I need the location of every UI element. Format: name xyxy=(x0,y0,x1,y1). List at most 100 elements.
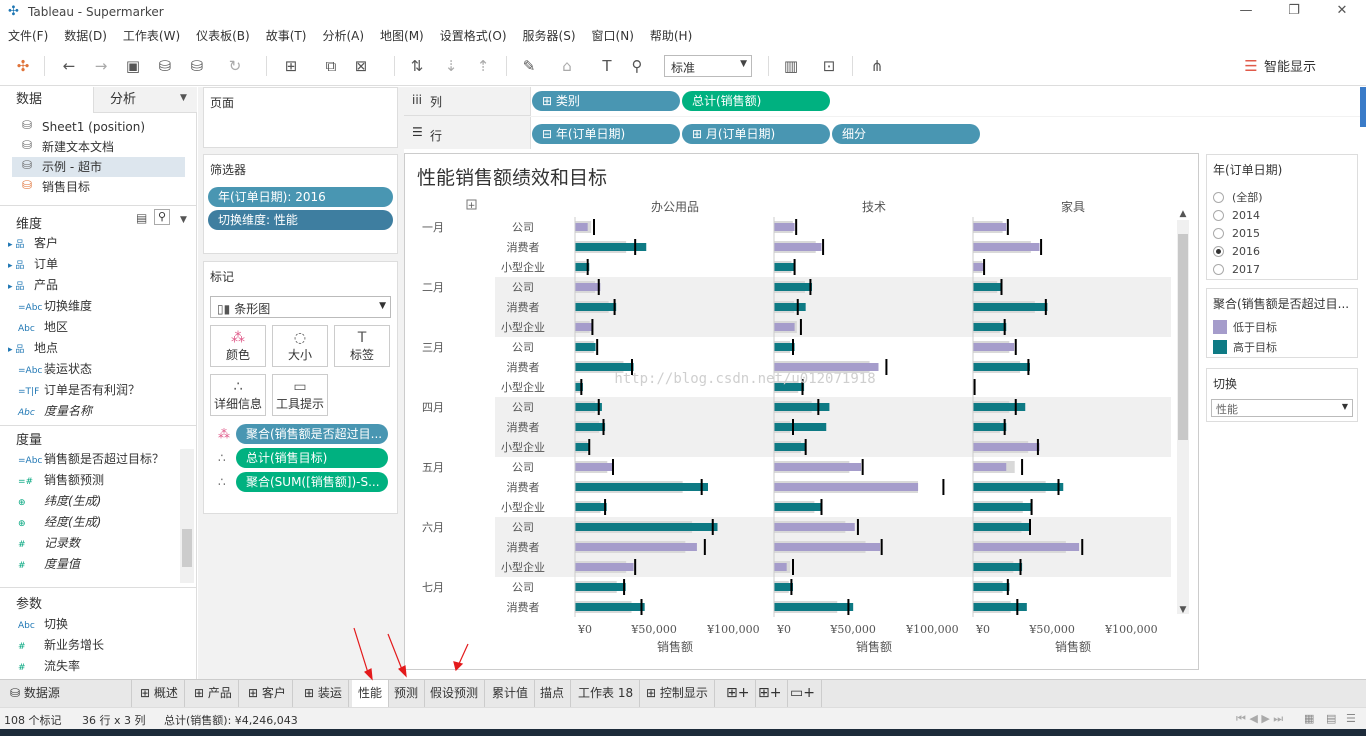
marks-detail-button[interactable]: ∴ 详细信息 xyxy=(210,374,266,416)
field-sales-over-target[interactable]: =Abc 销售额是否超过目标？ xyxy=(18,449,164,470)
parameter-select[interactable]: 性能 ▼ xyxy=(1211,399,1353,417)
tab-overview[interactable]: ⊞ 概述 xyxy=(134,680,185,707)
filter-pill-switch-dimension[interactable]: 切换维度: 性能 xyxy=(208,210,393,230)
minimize-button[interactable]: — xyxy=(1222,0,1270,24)
highlight-icon[interactable]: ✎ xyxy=(518,56,540,76)
field-customer[interactable]: ▸ 品客户 xyxy=(8,233,58,254)
undo-icon[interactable]: ← xyxy=(58,56,80,76)
sheet-nav-icon[interactable]: ⏮ ◀ ▶ ⏭ xyxy=(1236,712,1283,726)
field-ship-status[interactable]: =Abc 装运状态 xyxy=(18,359,92,380)
year-option-2014[interactable]: 2014 xyxy=(1213,207,1260,225)
chevron-down-icon[interactable]: ▼ xyxy=(180,215,187,225)
tab-what-if[interactable]: 假设预测 xyxy=(424,680,486,707)
year-option-2016[interactable]: 2016 xyxy=(1213,243,1260,261)
bar-chart[interactable]: 办公用品 技术 家具一月二月三月四月五月六月七月公司消费者小型企业公司消费者小型企业… xyxy=(405,154,1198,669)
tab-shipping[interactable]: ⊞ 装运 xyxy=(298,680,349,707)
pages-card[interactable]: 页面 xyxy=(203,87,398,148)
year-option-2015[interactable]: 2015 xyxy=(1213,225,1260,243)
field-measure-names[interactable]: Abc 度量名称 xyxy=(18,401,92,422)
marks-tooltip-button[interactable]: ▭ 工具提示 xyxy=(272,374,328,416)
menu-data[interactable]: 数据(D) xyxy=(64,27,107,44)
pause-updates-icon[interactable]: ⛁ xyxy=(186,56,208,76)
scrollbar[interactable] xyxy=(180,449,194,583)
swap-icon[interactable]: ⇅ xyxy=(406,56,428,76)
menu-format[interactable]: 设置格式(O) xyxy=(440,27,507,44)
sort-asc-icon[interactable]: ⇣ xyxy=(440,56,462,76)
mark-pill-sales-diff[interactable]: 聚合(SUM([销售额])-S... xyxy=(236,472,388,492)
marks-label-button[interactable]: T 标签 xyxy=(334,325,390,367)
datasource-item-active[interactable]: 示例 - 超市 xyxy=(42,157,102,177)
presentation-icon[interactable]: ⊡ xyxy=(818,56,840,76)
field-measure-values[interactable]: # 度量值 xyxy=(18,554,80,575)
redo-icon[interactable]: → xyxy=(90,56,112,76)
grid-view-icon[interactable]: ▦ xyxy=(1304,712,1314,725)
field-product[interactable]: ▸ 品产品 xyxy=(8,275,58,296)
field-order[interactable]: ▸ 品订单 xyxy=(8,254,58,275)
tab-cumulative[interactable]: 累计值 xyxy=(486,680,536,707)
field-order-profitable[interactable]: =T|F 订单是否有利润？ xyxy=(18,380,140,401)
field-latitude[interactable]: ⊕ 纬度(生成) xyxy=(18,491,101,512)
filmstrip-icon[interactable]: ▤ xyxy=(1326,712,1336,725)
field-location[interactable]: ▸ 品地点 xyxy=(8,338,58,359)
filter-pill-year[interactable]: 年(订单日期): 2016 xyxy=(208,187,393,207)
tab-product[interactable]: ⊞ 产品 xyxy=(188,680,239,707)
param-churn-rate[interactable]: # 流失率 xyxy=(18,656,80,677)
menu-server[interactable]: 服务器(S) xyxy=(523,27,576,44)
mark-type-select[interactable]: ▯▮ 条形图 ▼ xyxy=(210,296,391,318)
show-cards-icon[interactable]: ▥ xyxy=(780,56,802,76)
smart-show-button[interactable]: 智能显示 xyxy=(1264,56,1316,75)
marks-color-button[interactable]: ⁂ 颜色 xyxy=(210,325,266,367)
new-dashboard-icon[interactable]: ⊞+ xyxy=(752,680,789,707)
row-pill-month[interactable]: ⊞ 月(订单日期) xyxy=(682,124,830,144)
label-icon[interactable]: T xyxy=(596,56,618,76)
menu-file[interactable]: 文件(F) xyxy=(8,27,48,44)
menu-dashboard[interactable]: 仪表板(B) xyxy=(196,27,250,44)
tab-datasource[interactable]: ⛁ 数据源 xyxy=(0,680,132,707)
field-switch-dimension[interactable]: =Abc 切换维度 xyxy=(18,296,92,317)
mark-pill-over-target[interactable]: 聚合(销售额是否超过目... xyxy=(236,424,388,444)
field-region[interactable]: Abc 地区 xyxy=(18,317,68,338)
tab-scatter[interactable]: 描点 xyxy=(534,680,572,707)
new-worksheet-icon[interactable]: ⊞+ xyxy=(720,680,757,707)
fit-select[interactable]: 标准 ▼ xyxy=(664,55,752,77)
sort-desc-icon[interactable]: ⇡ xyxy=(472,56,494,76)
tab-performance[interactable]: 性能 xyxy=(352,680,390,707)
close-button[interactable]: ✕ xyxy=(1318,0,1366,24)
new-worksheet-icon[interactable]: ⊞ xyxy=(280,56,302,76)
menu-window[interactable]: 窗口(N) xyxy=(592,27,634,44)
year-option-all[interactable]: (全部) xyxy=(1213,189,1263,207)
year-option-2017[interactable]: 2017 xyxy=(1213,261,1260,279)
legend-below-target[interactable]: 低于目标 xyxy=(1213,319,1277,337)
row-pill-segment[interactable]: 细分 xyxy=(832,124,980,144)
share-icon[interactable]: ⋔ xyxy=(866,56,888,76)
chevron-down-icon[interactable]: ▼ xyxy=(180,93,187,103)
field-record-count[interactable]: # 记录数 xyxy=(18,533,80,554)
column-pill-category[interactable]: ⊞ 类别 xyxy=(532,91,680,111)
clear-sheet-icon[interactable]: ⊠ xyxy=(350,56,372,76)
menu-help[interactable]: 帮助(H) xyxy=(650,27,692,44)
search-icon[interactable]: ⚲ xyxy=(154,209,170,225)
refresh-icon[interactable]: ↻ xyxy=(224,56,246,76)
mark-pill-sales-target[interactable]: 总计(销售目标) xyxy=(236,448,388,468)
group-icon[interactable]: ⌂ xyxy=(556,56,578,76)
menu-worksheet[interactable]: 工作表(W) xyxy=(123,27,180,44)
new-datasource-icon[interactable]: ⛁ xyxy=(154,56,176,76)
list-view-icon[interactable]: ☰ xyxy=(1346,712,1356,725)
field-longitude[interactable]: ⊕ 经度(生成) xyxy=(18,512,101,533)
row-pill-year[interactable]: ⊟ 年(订单日期) xyxy=(532,124,680,144)
field-sales-forecast[interactable]: =# 销售额预测 xyxy=(18,470,104,491)
tab-forecast[interactable]: 预测 xyxy=(388,680,426,707)
worksheet-view[interactable]: 性能销售额绩效和目标 办公用品 技术 家具 一月 二月 三月 四月 五月 六月 七月 公司 消费者 小型… xyxy=(404,153,1199,670)
menu-analysis[interactable]: 分析(A) xyxy=(322,27,364,44)
save-icon[interactable]: ▣ xyxy=(122,56,144,76)
tab-sheet18[interactable]: 工作表 18 xyxy=(572,680,641,707)
tab-customer[interactable]: ⊞ 客户 xyxy=(242,680,293,707)
pin-icon[interactable]: ⚲ xyxy=(626,56,648,76)
duplicate-sheet-icon[interactable]: ⧉ xyxy=(320,56,342,76)
filters-card[interactable]: 筛选器 年(订单日期): 2016 切换维度: 性能 xyxy=(203,154,398,254)
new-story-icon[interactable]: ▭+ xyxy=(784,680,822,707)
param-switch[interactable]: Abc 切换 xyxy=(18,614,68,635)
tab-control[interactable]: ⊞ 控制显示 xyxy=(640,680,715,707)
restore-button[interactable]: ❐ xyxy=(1270,0,1318,24)
smart-show-icon[interactable]: ☰ xyxy=(1240,56,1262,76)
